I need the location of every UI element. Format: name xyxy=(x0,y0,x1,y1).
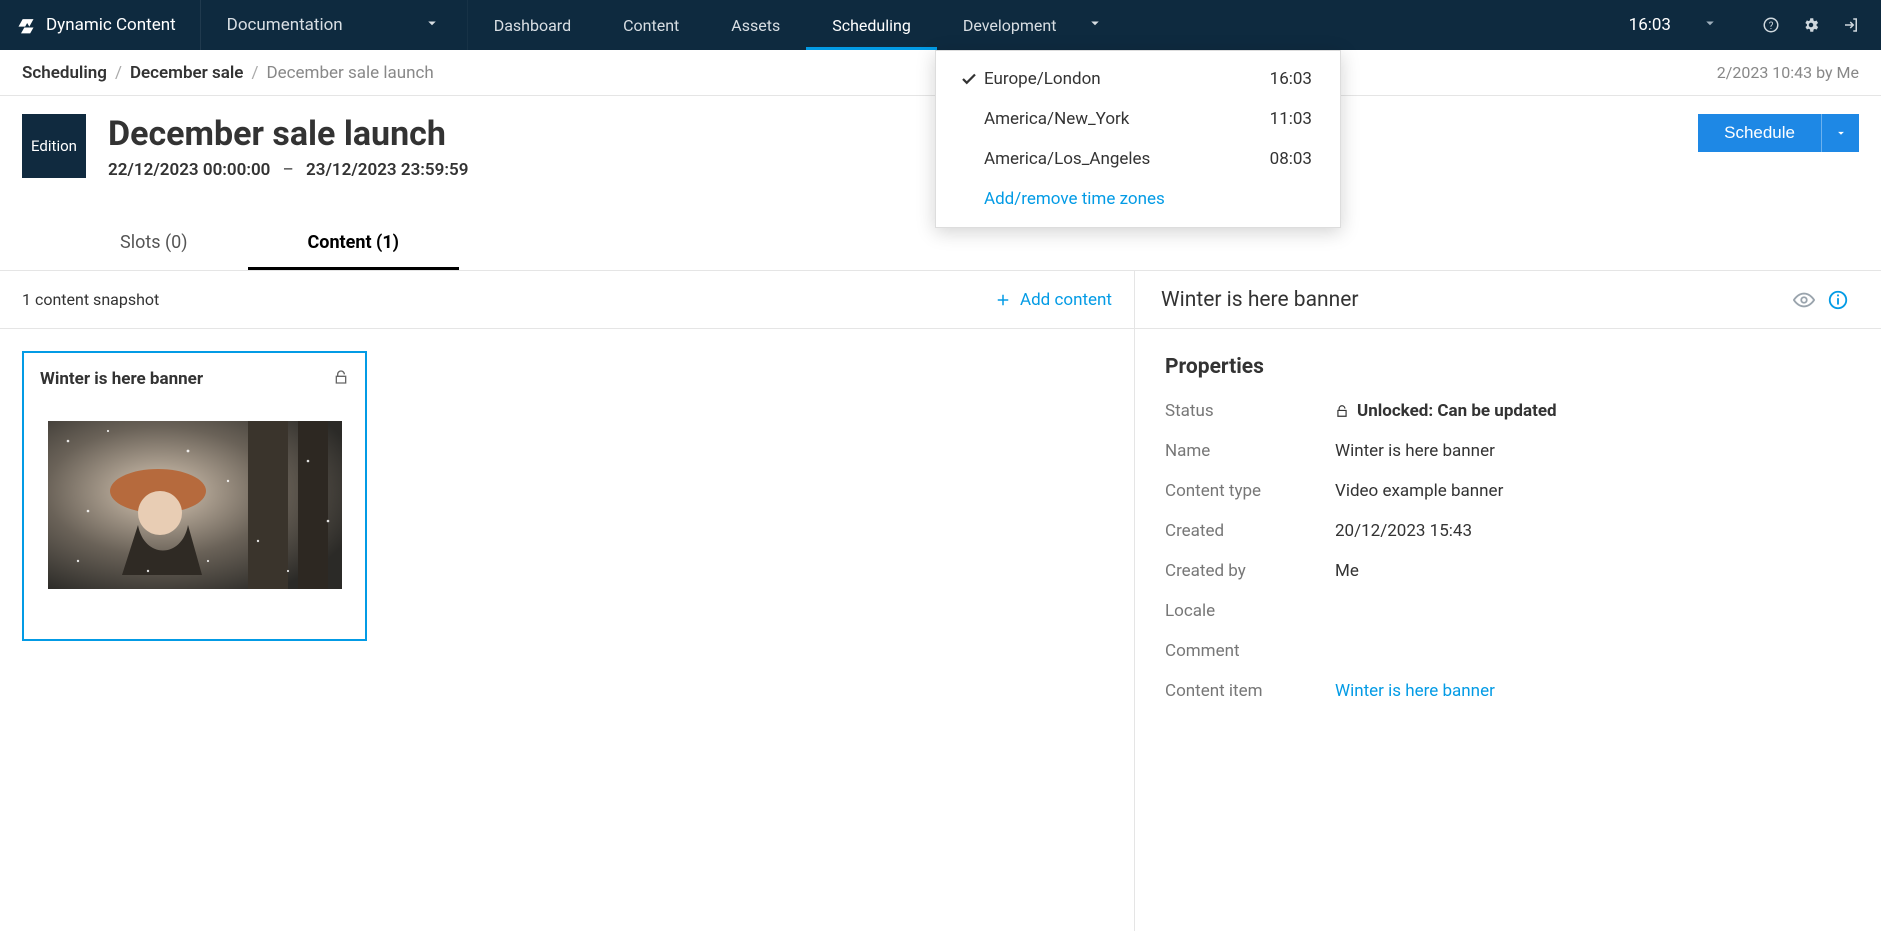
svg-text:?: ? xyxy=(1769,21,1774,32)
content-card-title: Winter is here banner xyxy=(40,369,333,389)
nav-assets[interactable]: Assets xyxy=(705,0,806,50)
edition-end: 23/12/2023 23:59:59 xyxy=(306,160,468,180)
value-content-item-link[interactable]: Winter is here banner xyxy=(1335,681,1495,701)
info-icon[interactable] xyxy=(1821,289,1855,311)
details-title: Winter is here banner xyxy=(1161,288,1358,312)
value-content-type: Video example banner xyxy=(1335,481,1851,501)
hub-selector[interactable]: Documentation xyxy=(201,0,468,50)
label-content-item: Content item xyxy=(1165,681,1335,701)
unlock-icon xyxy=(333,367,349,391)
check-icon xyxy=(954,70,984,88)
caret-down-icon xyxy=(1701,14,1719,37)
label-created: Created xyxy=(1165,521,1335,541)
label-created-by: Created by xyxy=(1165,561,1335,581)
properties-heading: Properties xyxy=(1135,329,1881,391)
edition-header: Edition December sale launch 22/12/2023 … xyxy=(0,96,1881,190)
value-locale xyxy=(1335,601,1851,621)
settings-icon[interactable] xyxy=(1791,16,1831,34)
breadcrumb-scheduling[interactable]: Scheduling xyxy=(22,63,107,83)
plus-icon xyxy=(994,291,1012,309)
nav-content[interactable]: Content xyxy=(597,0,705,50)
help-icon[interactable]: ? xyxy=(1751,16,1791,34)
label-status: Status xyxy=(1165,401,1335,421)
value-status: Unlocked: Can be updated xyxy=(1335,401,1851,421)
label-name: Name xyxy=(1165,441,1335,461)
edition-title: December sale launch xyxy=(108,114,468,154)
snapshot-count: 1 content snapshot xyxy=(22,290,159,309)
brand-logo-icon xyxy=(16,15,36,35)
preview-icon[interactable] xyxy=(1787,289,1821,311)
timezone-option[interactable]: Europe/London 16:03 xyxy=(936,59,1340,99)
content-toolbar: 1 content snapshot Add content xyxy=(0,271,1134,329)
timezone-time: 16:03 xyxy=(1270,69,1312,89)
tab-slots[interactable]: Slots (0) xyxy=(60,218,248,270)
brand[interactable]: Dynamic Content xyxy=(0,0,201,50)
edition-dates: 22/12/2023 00:00:00 – 23/12/2023 23:59:5… xyxy=(108,160,468,180)
top-bar: Dynamic Content Documentation Dashboard … xyxy=(0,0,1881,50)
value-comment xyxy=(1335,641,1851,661)
content-card-thumbnail xyxy=(48,421,342,589)
value-created: 20/12/2023 15:43 xyxy=(1335,521,1851,541)
tab-content[interactable]: Content (1) xyxy=(248,218,459,270)
details-panel: Winter is here banner Properties Status … xyxy=(1135,271,1881,931)
nav-scheduling[interactable]: Scheduling xyxy=(806,0,937,50)
value-created-by: Me xyxy=(1335,561,1851,581)
top-icons: ? xyxy=(1741,0,1881,50)
label-content-type: Content type xyxy=(1165,481,1335,501)
edition-start: 22/12/2023 00:00:00 xyxy=(108,160,270,180)
logout-icon[interactable] xyxy=(1831,16,1871,34)
timezone-name: Europe/London xyxy=(984,69,1270,89)
label-comment: Comment xyxy=(1165,641,1335,661)
content-card[interactable]: Winter is here banner xyxy=(22,351,367,641)
caret-down-icon xyxy=(423,14,441,37)
edition-badge: Edition xyxy=(22,114,86,178)
breadcrumb-current: December sale launch xyxy=(266,63,433,83)
value-name: Winter is here banner xyxy=(1335,441,1851,461)
primary-nav: Dashboard Content Assets Scheduling Deve… xyxy=(468,0,1131,50)
clock-selector[interactable]: 16:03 xyxy=(1607,0,1741,50)
content-list-panel: 1 content snapshot Add content Winter is… xyxy=(0,271,1135,931)
last-saved: 2/2023 10:43 by Me xyxy=(1717,63,1859,82)
nav-development[interactable]: Development xyxy=(937,0,1131,50)
caret-down-icon xyxy=(1834,126,1848,140)
schedule-button[interactable]: Schedule xyxy=(1698,114,1821,152)
caret-down-icon xyxy=(1086,14,1104,36)
schedule-group: Schedule xyxy=(1698,114,1859,152)
label-locale: Locale xyxy=(1165,601,1335,621)
brand-name: Dynamic Content xyxy=(46,15,176,35)
breadcrumb-event[interactable]: December sale xyxy=(130,63,244,83)
schedule-more-button[interactable] xyxy=(1821,114,1859,152)
add-content-button[interactable]: Add content xyxy=(994,290,1112,310)
clock-time: 16:03 xyxy=(1629,15,1671,35)
nav-dashboard[interactable]: Dashboard xyxy=(468,0,597,50)
hub-selector-label: Documentation xyxy=(227,15,343,35)
